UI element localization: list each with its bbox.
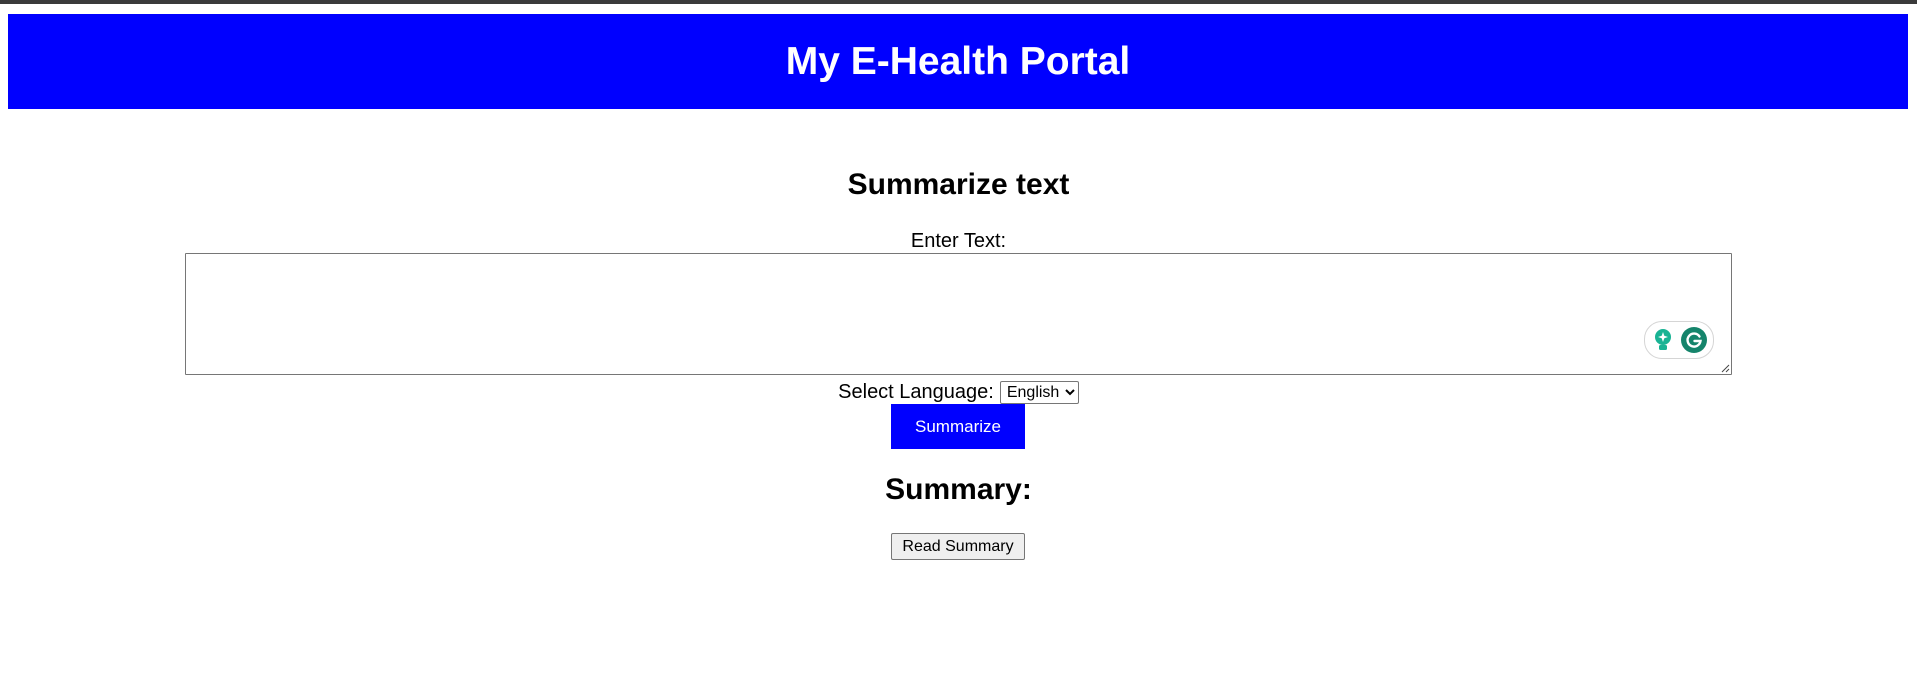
grammarly-g-icon[interactable] <box>1681 327 1707 353</box>
text-input-container <box>185 253 1732 375</box>
language-row: Select Language: English <box>0 381 1917 404</box>
browser-top-strip <box>0 0 1917 4</box>
summarize-button[interactable]: Summarize <box>891 404 1025 449</box>
grammarly-widget[interactable] <box>1644 321 1714 359</box>
summary-heading: Summary: <box>885 473 1032 506</box>
resize-grip-icon[interactable] <box>1720 363 1730 373</box>
read-summary-button[interactable]: Read Summary <box>891 533 1025 560</box>
language-label: Select Language: <box>838 381 994 403</box>
lightbulb-icon[interactable] <box>1651 328 1675 352</box>
enter-text-label: Enter Text: <box>910 230 1007 252</box>
text-input[interactable] <box>185 253 1732 375</box>
portal-title: My E-Health Portal <box>785 39 1131 83</box>
portal-header: My E-Health Portal <box>8 14 1908 109</box>
language-select[interactable]: English <box>999 381 1079 404</box>
section-title: Summarize text <box>847 168 1070 201</box>
